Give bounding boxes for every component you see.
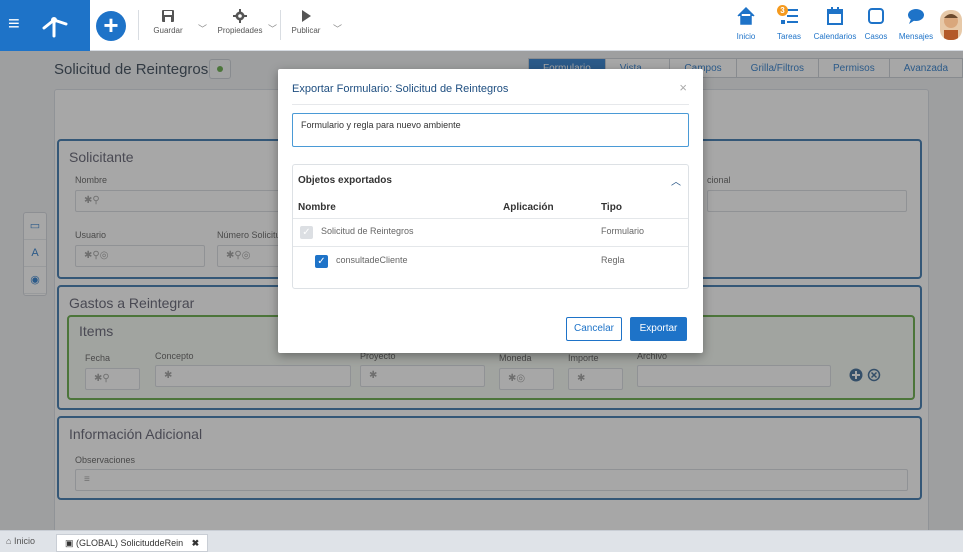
nav-messages-label: Mensajes (898, 32, 934, 41)
gear-icon (233, 9, 247, 23)
bottom-taskbar: ⌂ Inicio ▣ (GLOBAL) SolicituddeRein ✖ (0, 530, 963, 552)
nav-home[interactable]: Inicio (730, 6, 762, 41)
dialog-title: Exportar Formulario: Solicitud de Reinte… (292, 83, 509, 95)
column-header-name: Nombre (298, 202, 336, 213)
cancel-button[interactable]: Cancelar (566, 317, 622, 341)
row-type: Regla (601, 255, 625, 265)
dialog-divider (292, 104, 689, 105)
close-icon[interactable]: × (679, 80, 687, 95)
user-avatar-icon (944, 14, 958, 40)
nav-home-label: Inicio (736, 32, 756, 41)
export-button[interactable]: Exportar (630, 317, 687, 341)
row-checkbox[interactable]: ✓ (315, 255, 328, 268)
chat-icon (908, 9, 924, 24)
save-label: Guardar (153, 26, 183, 35)
row-name: Solicitud de Reintegros (321, 226, 414, 236)
row-type: Formulario (601, 226, 645, 236)
nav-calendars[interactable]: Calendarios (810, 6, 860, 41)
avatar[interactable] (940, 10, 962, 40)
menu-icon[interactable]: ≡ (8, 14, 28, 34)
panel-title: Objetos exportados (298, 175, 392, 186)
export-form-dialog: Exportar Formulario: Solicitud de Reinte… (278, 69, 703, 353)
row-divider (293, 218, 688, 219)
home-icon (737, 6, 755, 25)
save-dropdown-icon[interactable]: ﹀ (198, 22, 207, 35)
column-header-type: Tipo (601, 202, 622, 213)
save-button[interactable]: Guardar (148, 9, 188, 35)
publish-label: Publicar (291, 26, 321, 35)
calendar-icon (827, 7, 843, 25)
chevron-up-icon[interactable]: ︿ (671, 173, 681, 188)
publish-dropdown-icon[interactable]: ﹀ (333, 22, 342, 35)
save-icon (162, 10, 174, 22)
home-icon: ⌂ (6, 536, 12, 546)
form-icon: ▣ (65, 538, 74, 548)
toolbar-divider (138, 10, 139, 40)
add-icon[interactable]: + (96, 11, 126, 41)
row-checkbox-disabled: ✓ (300, 226, 313, 239)
open-form-tab[interactable]: ▣ (GLOBAL) SolicituddeRein ✖ (56, 534, 209, 552)
play-icon (302, 10, 311, 22)
exported-objects-panel: Objetos exportados ︿ Nombre Aplicación T… (292, 164, 689, 289)
column-header-app: Aplicación (503, 202, 554, 213)
bottom-home-label: Inicio (13, 536, 35, 546)
description-input[interactable]: Formulario y regla para nuevo ambiente (292, 113, 689, 147)
properties-label: Propiedades (217, 26, 263, 35)
nav-calendars-label: Calendarios (813, 32, 857, 41)
row-divider (293, 246, 688, 247)
close-tab-icon[interactable]: ✖ (192, 538, 200, 548)
nav-tasks-label: Tareas (776, 32, 801, 41)
nav-cases-label: Casos (864, 32, 888, 41)
open-form-tab-label: (GLOBAL) SolicituddeRein (76, 538, 184, 548)
nav-tasks[interactable]: 3 Tareas (772, 5, 806, 41)
top-toolbar: ≡ + Guardar ﹀ Propiedades ﹀ Publicar ﹀ I… (0, 0, 963, 51)
app-logo-icon[interactable] (40, 10, 70, 40)
tasks-badge: 3 (777, 5, 788, 16)
toolbar-divider (280, 10, 281, 40)
properties-dropdown-icon[interactable]: ﹀ (268, 22, 277, 35)
cases-icon (868, 8, 884, 24)
properties-button[interactable]: Propiedades (212, 9, 268, 35)
row-name: consultadeCliente (336, 255, 408, 265)
nav-messages[interactable]: Mensajes (898, 6, 934, 41)
publish-button[interactable]: Publicar (288, 9, 324, 35)
app-header-block: ≡ (0, 0, 90, 51)
bottom-home-link[interactable]: ⌂ Inicio (6, 536, 35, 546)
nav-cases[interactable]: Casos (862, 6, 890, 41)
